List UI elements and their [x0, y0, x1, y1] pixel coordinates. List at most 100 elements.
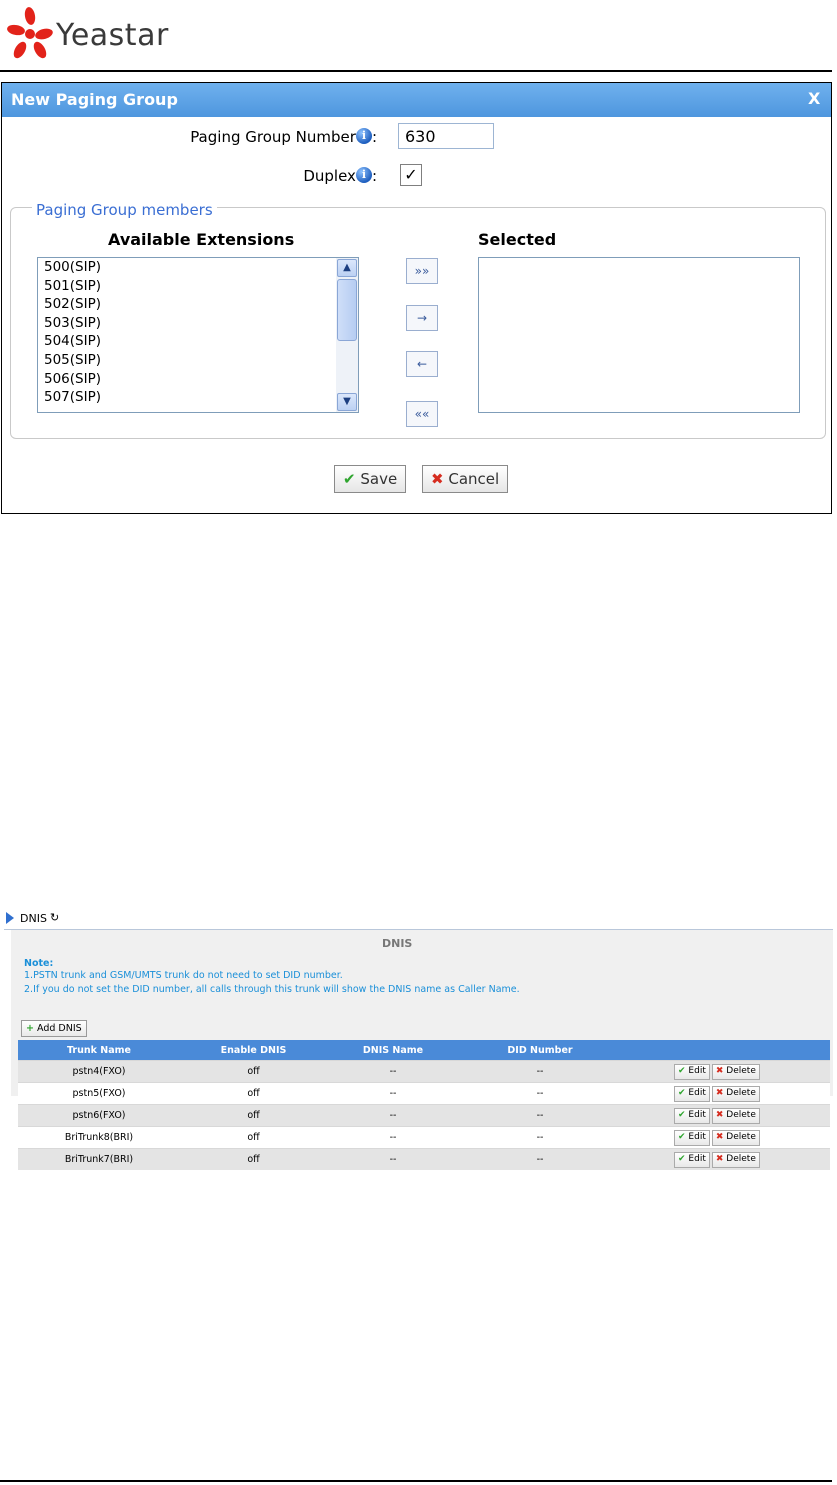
- enable-dnis-cell: off: [180, 1104, 327, 1127]
- note-heading: Note:: [24, 958, 54, 969]
- table-row: BriTrunk7(BRI) off -- -- ✔ Edit ✖ Delete: [18, 1148, 830, 1170]
- list-item[interactable]: 507(SIP): [38, 388, 358, 407]
- add-selected-button[interactable]: →: [406, 305, 438, 331]
- footer-divider: [0, 1480, 832, 1482]
- check-icon: ✔: [343, 470, 356, 488]
- check-icon: ✔: [678, 1131, 686, 1142]
- did-number-cell: --: [459, 1126, 621, 1149]
- selected-extensions-list[interactable]: [478, 257, 800, 413]
- actions-cell: ✔ Edit ✖ Delete: [621, 1060, 830, 1083]
- dnis-name-cell: --: [327, 1104, 459, 1127]
- add-all-button[interactable]: »»: [406, 258, 438, 284]
- scrollbar-thumb[interactable]: [337, 279, 357, 341]
- actions-cell: ✔ Edit ✖ Delete: [621, 1082, 830, 1105]
- logo-wordmark: Yeastar: [56, 18, 169, 53]
- delete-button[interactable]: ✖ Delete: [711, 1107, 760, 1124]
- delete-label: Delete: [726, 1131, 756, 1142]
- note-line-2: 2.If you do not set the DID number, all …: [24, 984, 520, 995]
- dialog-close-button[interactable]: X: [808, 89, 820, 108]
- cancel-label: Cancel: [448, 470, 500, 488]
- dnis-name-cell: --: [327, 1148, 459, 1170]
- delete-label: Delete: [726, 1109, 756, 1120]
- list-item[interactable]: 502(SIP): [38, 295, 358, 314]
- new-paging-group-dialog: New Paging Group X Paging Group Number i:…: [1, 82, 832, 514]
- delete-label: Delete: [726, 1087, 756, 1098]
- check-icon: ✔: [678, 1153, 686, 1164]
- dnis-name-cell: --: [327, 1082, 459, 1105]
- expand-arrow-icon[interactable]: [6, 912, 14, 924]
- table-row: BriTrunk8(BRI) off -- -- ✔ Edit ✖ Delete: [18, 1126, 830, 1149]
- refresh-icon[interactable]: ↻: [50, 911, 59, 924]
- delete-button[interactable]: ✖ Delete: [711, 1151, 760, 1168]
- close-icon: ✖: [715, 1087, 724, 1098]
- edit-button[interactable]: ✔ Edit: [674, 1063, 710, 1080]
- extension-items: 500(SIP) 501(SIP) 502(SIP) 503(SIP) 504(…: [38, 258, 358, 407]
- dnis-title: DNIS: [382, 937, 413, 950]
- list-item[interactable]: 500(SIP): [38, 258, 358, 277]
- close-icon: ✖: [715, 1153, 724, 1164]
- duplex-checkbox[interactable]: ✓: [400, 164, 422, 186]
- scroll-down-icon[interactable]: ▼: [337, 393, 357, 411]
- did-number-cell: --: [459, 1082, 621, 1105]
- dnis-section-bar[interactable]: DNIS ↻: [4, 911, 833, 930]
- edit-button[interactable]: ✔ Edit: [674, 1129, 710, 1146]
- dnis-name-cell: --: [327, 1126, 459, 1149]
- trunk-name-cell: pstn6(FXO): [18, 1104, 180, 1127]
- available-extensions-list[interactable]: 500(SIP) 501(SIP) 502(SIP) 503(SIP) 504(…: [37, 257, 359, 413]
- scroll-up-icon[interactable]: ▲: [337, 259, 357, 277]
- table-row: pstn5(FXO) off -- -- ✔ Edit ✖ Delete: [18, 1082, 830, 1105]
- cancel-button[interactable]: ✖ Cancel: [422, 465, 509, 493]
- duplex-label: Duplex: [303, 167, 356, 185]
- column-header: Enable DNIS: [180, 1040, 327, 1061]
- check-icon: ✔: [678, 1065, 686, 1076]
- column-header: DNIS Name: [327, 1040, 459, 1061]
- dnis-bar-label: DNIS: [20, 912, 47, 925]
- add-dnis-label: Add DNIS: [37, 1023, 82, 1034]
- available-extensions-heading: Available Extensions: [108, 230, 295, 249]
- trunk-name-cell: BriTrunk8(BRI): [18, 1126, 180, 1149]
- actions-cell: ✔ Edit ✖ Delete: [621, 1148, 830, 1170]
- remove-selected-button[interactable]: ←: [406, 351, 438, 377]
- column-header: DID Number: [459, 1040, 621, 1061]
- list-item[interactable]: 505(SIP): [38, 351, 358, 370]
- enable-dnis-cell: off: [180, 1126, 327, 1149]
- list-item[interactable]: 506(SIP): [38, 370, 358, 389]
- delete-label: Delete: [726, 1065, 756, 1076]
- trunk-name-cell: BriTrunk7(BRI): [18, 1148, 180, 1170]
- dialog-titlebar: New Paging Group X: [2, 83, 831, 117]
- enable-dnis-cell: off: [180, 1060, 327, 1083]
- add-dnis-button[interactable]: + Add DNIS: [21, 1020, 87, 1037]
- paging-group-number-label: Paging Group Number: [190, 128, 356, 146]
- close-icon: ✖: [431, 470, 444, 488]
- edit-label: Edit: [688, 1109, 706, 1120]
- actions-cell: ✔ Edit ✖ Delete: [621, 1126, 830, 1149]
- close-icon: ✖: [715, 1065, 724, 1076]
- column-header: Trunk Name: [18, 1040, 180, 1061]
- edit-button[interactable]: ✔ Edit: [674, 1151, 710, 1168]
- delete-button[interactable]: ✖ Delete: [711, 1085, 760, 1102]
- delete-button[interactable]: ✖ Delete: [711, 1129, 760, 1146]
- edit-button[interactable]: ✔ Edit: [674, 1085, 710, 1102]
- save-button[interactable]: ✔ Save: [334, 465, 407, 493]
- list-item[interactable]: 504(SIP): [38, 332, 358, 351]
- info-icon[interactable]: i: [355, 167, 372, 183]
- remove-all-button[interactable]: ««: [406, 401, 438, 427]
- trunk-name-cell: pstn4(FXO): [18, 1060, 180, 1083]
- info-icon[interactable]: i: [355, 128, 372, 144]
- table-row: pstn4(FXO) off -- -- ✔ Edit ✖ Delete: [18, 1060, 830, 1083]
- close-icon: ✖: [715, 1109, 724, 1120]
- close-icon: ✖: [715, 1131, 724, 1142]
- edit-button[interactable]: ✔ Edit: [674, 1107, 710, 1124]
- delete-button[interactable]: ✖ Delete: [711, 1063, 760, 1080]
- scrollbar[interactable]: ▲ ▼: [336, 258, 358, 412]
- column-header: [621, 1040, 830, 1061]
- save-label: Save: [360, 470, 398, 488]
- paging-group-number-input[interactable]: [398, 123, 494, 149]
- list-item[interactable]: 503(SIP): [38, 314, 358, 333]
- list-item[interactable]: 501(SIP): [38, 277, 358, 296]
- dnis-table: Trunk Name Enable DNIS DNIS Name DID Num…: [18, 1040, 830, 1170]
- edit-label: Edit: [688, 1131, 706, 1142]
- edit-label: Edit: [688, 1065, 706, 1076]
- did-number-cell: --: [459, 1104, 621, 1127]
- table-row: pstn6(FXO) off -- -- ✔ Edit ✖ Delete: [18, 1104, 830, 1127]
